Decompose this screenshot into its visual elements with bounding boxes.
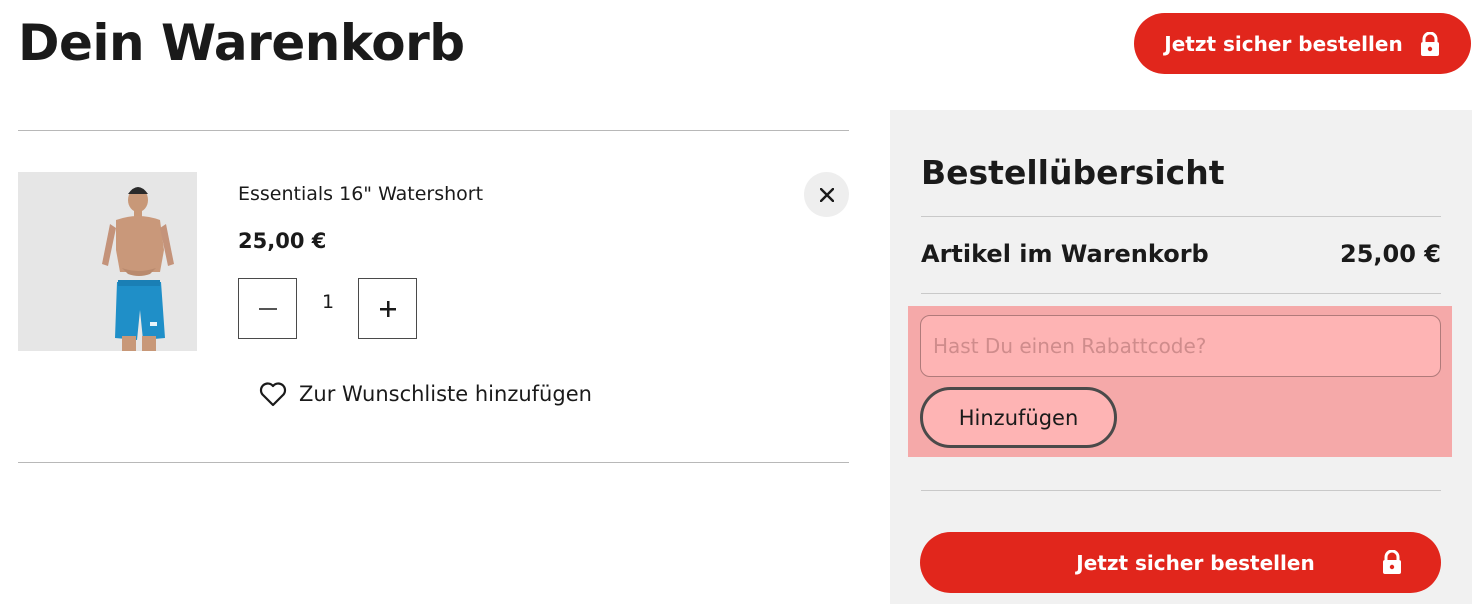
wishlist-label: Zur Wunschliste hinzufügen bbox=[299, 382, 592, 406]
product-image[interactable] bbox=[18, 172, 197, 351]
add-to-wishlist-button[interactable]: Zur Wunschliste hinzufügen bbox=[259, 381, 592, 407]
lock-icon bbox=[1419, 31, 1441, 56]
summary-title: Bestellübersicht bbox=[921, 153, 1225, 192]
quantity-increase-button[interactable] bbox=[358, 278, 417, 339]
product-price: 25,00 € bbox=[238, 229, 327, 253]
apply-coupon-button[interactable]: Hinzufügen bbox=[920, 387, 1117, 448]
cart-divider-top bbox=[18, 130, 849, 131]
checkout-button-label: Jetzt sicher bestellen bbox=[1076, 550, 1315, 575]
summary-items-value: 25,00 € bbox=[1340, 240, 1441, 268]
summary-divider bbox=[921, 293, 1441, 294]
coupon-code-input[interactable] bbox=[920, 315, 1441, 377]
quantity-decrease-button[interactable] bbox=[238, 278, 297, 339]
heart-icon bbox=[259, 382, 287, 407]
summary-divider bbox=[921, 216, 1441, 217]
minus-icon bbox=[258, 307, 277, 310]
page-title: Dein Warenkorb bbox=[18, 14, 465, 72]
product-photo-figure bbox=[18, 172, 197, 351]
summary-items-label: Artikel im Warenkorb bbox=[921, 240, 1209, 268]
summary-divider bbox=[921, 490, 1441, 491]
remove-item-button[interactable] bbox=[804, 172, 849, 217]
plus-icon bbox=[379, 300, 396, 317]
lock-icon bbox=[1381, 549, 1403, 574]
cart-divider-bottom bbox=[18, 462, 849, 463]
checkout-button-bottom[interactable]: Jetzt sicher bestellen bbox=[920, 532, 1441, 593]
close-icon bbox=[819, 187, 834, 202]
checkout-button-top[interactable]: Jetzt sicher bestellen bbox=[1134, 13, 1471, 74]
checkout-button-label: Jetzt sicher bestellen bbox=[1164, 31, 1403, 56]
product-name[interactable]: Essentials 16" Watershort bbox=[238, 183, 483, 205]
quantity-value: 1 bbox=[321, 291, 335, 313]
